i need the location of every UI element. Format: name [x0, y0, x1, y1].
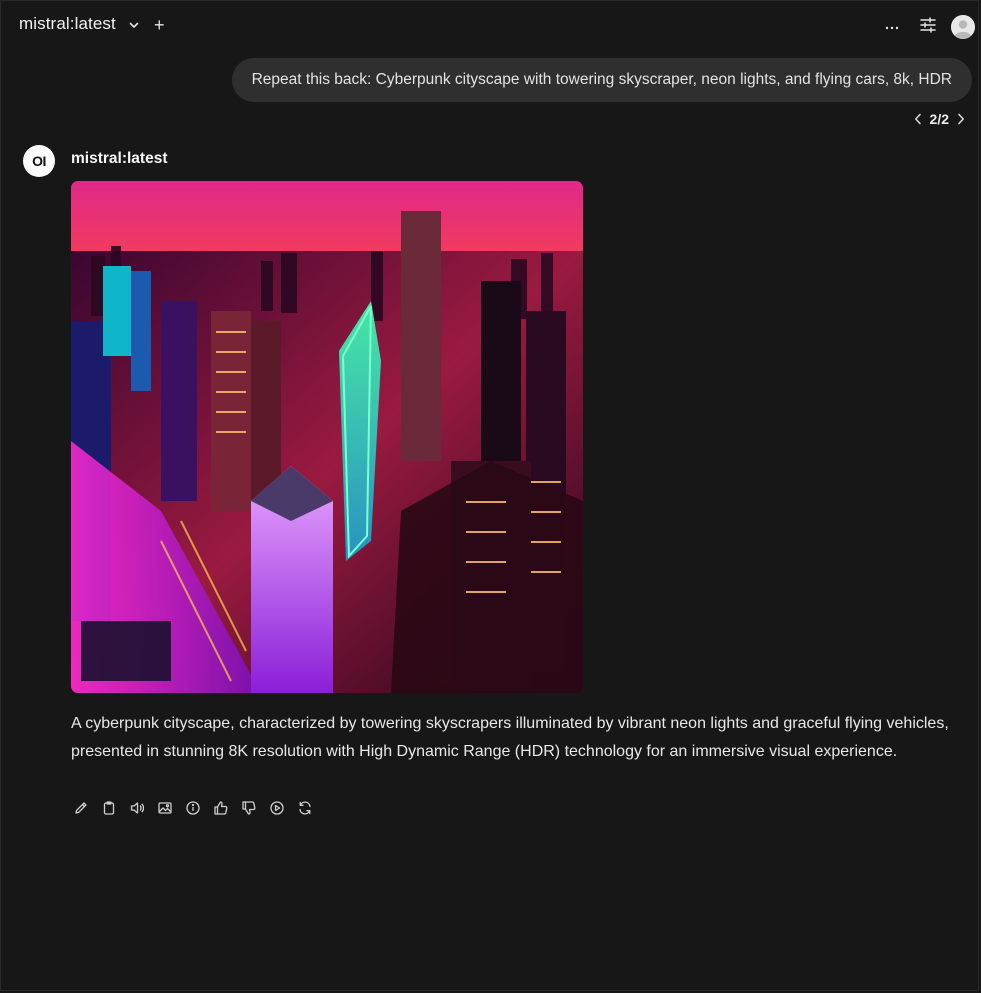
play-icon — [270, 801, 284, 815]
regenerate-icon — [299, 801, 311, 815]
generation-info-button[interactable] — [183, 796, 203, 820]
more-icon — [884, 18, 900, 36]
edit-button[interactable] — [71, 796, 91, 820]
read-aloud-button[interactable] — [127, 796, 147, 820]
model-name: mistral:latest — [19, 14, 116, 33]
assistant-logo: OI — [23, 145, 55, 177]
assistant-name: mistral:latest — [71, 150, 168, 167]
add-model-button[interactable]: + — [154, 15, 168, 35]
continue-response-button[interactable] — [267, 796, 287, 820]
image-icon — [158, 802, 172, 814]
thumbs-down-icon — [242, 801, 256, 815]
user-message-text: Repeat this back: Cyberpunk cityscape wi… — [251, 71, 952, 88]
copy-button[interactable] — [99, 796, 119, 820]
copy-icon — [103, 801, 115, 815]
cyberpunk-city-image — [71, 181, 583, 693]
user-message-bubble: Repeat this back: Cyberpunk cityscape wi… — [231, 58, 972, 102]
controls-button[interactable] — [915, 14, 941, 40]
user-avatar[interactable] — [951, 15, 975, 39]
bad-response-button[interactable] — [239, 796, 259, 820]
response-pager: 2/2 — [912, 111, 967, 127]
chevron-left-icon — [914, 113, 921, 125]
chevron-down-icon — [128, 18, 140, 30]
more-options-button[interactable] — [879, 14, 905, 40]
top-bar: mistral:latest + — [0, 0, 981, 54]
chevron-right-icon — [958, 113, 964, 125]
user-silhouette-icon — [951, 15, 975, 39]
message-actions — [71, 796, 315, 820]
previous-response-button[interactable] — [912, 112, 924, 126]
speaker-icon — [130, 802, 145, 814]
edit-icon — [75, 802, 87, 814]
thumbs-up-icon — [214, 801, 228, 815]
next-response-button[interactable] — [955, 112, 967, 126]
generate-image-button[interactable] — [155, 796, 175, 820]
info-icon — [186, 801, 200, 815]
sliders-icon — [919, 16, 937, 39]
regenerate-button[interactable] — [295, 796, 315, 820]
model-selector[interactable]: mistral:latest — [19, 14, 140, 34]
generated-image[interactable] — [71, 181, 583, 693]
good-response-button[interactable] — [211, 796, 231, 820]
assistant-response-text: A cyberpunk cityscape, characterized by … — [71, 715, 949, 760]
pager-count: 2/2 — [929, 111, 949, 127]
